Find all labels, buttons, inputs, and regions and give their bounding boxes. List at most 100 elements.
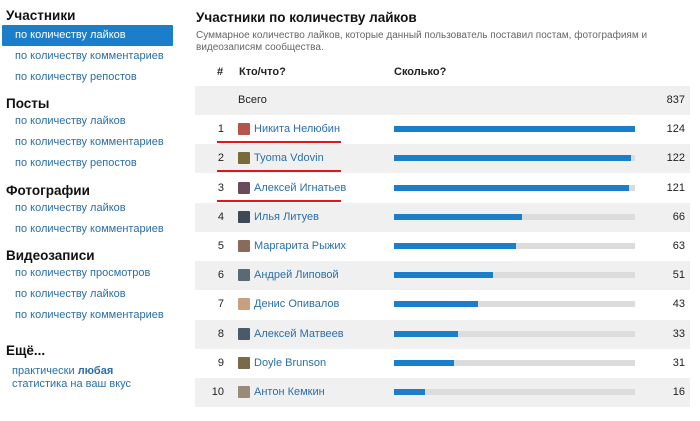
likes-bar	[394, 184, 630, 191]
section-participants: Участники по количеству лайков по количе…	[0, 8, 173, 88]
avatar[interactable]	[238, 386, 250, 398]
row-rank: 4	[217, 210, 224, 223]
row-rank: 3	[217, 181, 224, 194]
sidebar-item-participants-reposts[interactable]: по количеству репостов	[2, 67, 173, 88]
likes-bar-track	[394, 330, 635, 337]
section-photos: Фотографии по количеству лайков по колич…	[0, 183, 173, 240]
total-value: 837	[666, 94, 685, 106]
likes-bar	[394, 155, 632, 162]
section-title: Ещё...	[6, 343, 46, 358]
likes-bar	[394, 359, 455, 366]
likes-bar	[394, 301, 478, 308]
column-header-who: Кто/что?	[239, 66, 286, 78]
highlight-underline	[217, 170, 341, 173]
user-name-link[interactable]: Tyoma Vdovin	[254, 152, 324, 164]
row-rank: 7	[217, 298, 224, 311]
table-row-total: Всего 837	[195, 86, 690, 115]
avatar[interactable]	[238, 356, 250, 369]
user-name-link[interactable]: Doyle Brunson	[254, 357, 326, 369]
sidebar-item-photos-comments[interactable]: по количеству комментариев	[2, 219, 173, 240]
user-name-link[interactable]: Алексей Игнатьев	[254, 182, 346, 194]
avatar[interactable]	[238, 123, 250, 136]
user-name-link[interactable]: Андрей Липовой	[254, 269, 339, 281]
avatar[interactable]	[238, 298, 250, 311]
row-rank: 10	[211, 386, 224, 398]
page-subtitle: Суммарное количество лайков, которые дан…	[196, 30, 648, 53]
likes-count: 33	[672, 327, 685, 340]
likes-bar-track	[394, 389, 635, 395]
section-videos: Видеозаписи по количеству просмотров по …	[0, 248, 173, 326]
total-label: Всего	[238, 94, 267, 106]
sidebar-item-posts-reposts[interactable]: по количеству репостов	[2, 153, 173, 174]
likes-bar	[394, 243, 517, 249]
likes-bar-track	[394, 243, 635, 249]
highlight-underline	[217, 141, 341, 144]
likes-count: 63	[672, 240, 685, 252]
column-header-how-many: Сколько?	[394, 66, 447, 78]
likes-bar-track	[394, 301, 635, 308]
likes-count: 122	[666, 152, 685, 165]
user-name-link[interactable]: Маргарита Рыжих	[254, 240, 346, 252]
table-row: 7 Денис Опивалов 43	[195, 290, 690, 319]
row-rank: 8	[217, 327, 224, 340]
likes-bar-track	[394, 359, 635, 366]
likes-count: 16	[672, 386, 685, 398]
section-title: Участники	[6, 8, 76, 23]
avatar[interactable]	[238, 269, 250, 282]
avatar[interactable]	[238, 327, 250, 340]
avatar[interactable]	[238, 240, 250, 252]
likes-count: 31	[672, 356, 685, 369]
page-title: Участники по количеству лайков	[196, 10, 417, 25]
avatar[interactable]	[238, 152, 250, 165]
user-name-link[interactable]: Денис Опивалов	[254, 298, 339, 310]
likes-bar-track	[394, 184, 635, 191]
highlight-underline	[217, 199, 341, 202]
likes-count: 66	[672, 210, 685, 223]
sidebar-item-posts-comments[interactable]: по количеству комментариев	[2, 132, 173, 153]
likes-bar	[394, 330, 459, 337]
section-title: Посты	[6, 96, 50, 111]
sidebar-item-posts-likes[interactable]: по количеству лайков	[2, 111, 173, 132]
likes-count: 51	[672, 269, 685, 282]
likes-bar	[394, 213, 523, 220]
section-title: Видеозаписи	[6, 248, 95, 263]
section-title: Фотографии	[6, 183, 90, 198]
likes-bar-track	[394, 155, 635, 162]
sidebar-item-participants-comments[interactable]: по количеству комментариев	[2, 46, 173, 67]
likes-count: 43	[672, 298, 685, 311]
table-row: 8 Алексей Матвеев 33	[195, 319, 690, 349]
sidebar-item-photos-likes[interactable]: по количеству лайков	[2, 198, 173, 219]
row-rank: 5	[217, 240, 224, 252]
table-row: 5 Маргарита Рыжих 63	[195, 232, 690, 261]
user-name-link[interactable]: Антон Кемкин	[254, 386, 325, 398]
sidebar-item-videos-likes[interactable]: по количеству лайков	[2, 284, 173, 305]
row-rank: 6	[217, 269, 224, 282]
table-row: 6 Андрей Липовой 51	[195, 261, 690, 291]
sidebar-item-videos-comments[interactable]: по количеству комментариев	[2, 305, 173, 326]
likes-bar-track	[394, 126, 635, 133]
row-rank: 2	[217, 152, 224, 165]
table-row: 9 Doyle Brunson 31	[195, 349, 690, 378]
table-row: 10 Антон Кемкин 16	[195, 378, 690, 407]
section-more: Ещё... практически любая статистика на в…	[0, 343, 131, 391]
sidebar-item-participants-likes[interactable]: по количеству лайков	[2, 25, 173, 46]
table-header: # Кто/что? Сколько?	[195, 66, 700, 86]
likes-bar-track	[394, 272, 635, 279]
avatar[interactable]	[238, 181, 250, 194]
row-rank: 1	[217, 123, 224, 136]
table-row: 1 Никита Нелюбин 124	[195, 115, 690, 144]
table-row: 2 Tyoma Vdovin 122	[195, 144, 690, 174]
likes-bar-track	[394, 213, 635, 220]
row-rank: 9	[217, 356, 224, 369]
column-header-rank: #	[217, 66, 224, 78]
user-name-link[interactable]: Алексей Матвеев	[254, 328, 344, 340]
table-row: 3 Алексей Игнатьев 121	[195, 174, 690, 203]
avatar[interactable]	[238, 210, 250, 223]
section-posts: Посты по количеству лайков по количеству…	[0, 96, 173, 174]
sidebar-item-videos-views[interactable]: по количеству просмотров	[2, 263, 173, 284]
more-link[interactable]: практически любая	[0, 365, 131, 378]
likes-count: 124	[666, 123, 685, 136]
user-name-link[interactable]: Илья Литуев	[254, 211, 319, 223]
more-link-secondary[interactable]: статистика на ваш вкус	[0, 378, 131, 391]
user-name-link[interactable]: Никита Нелюбин	[254, 123, 340, 135]
